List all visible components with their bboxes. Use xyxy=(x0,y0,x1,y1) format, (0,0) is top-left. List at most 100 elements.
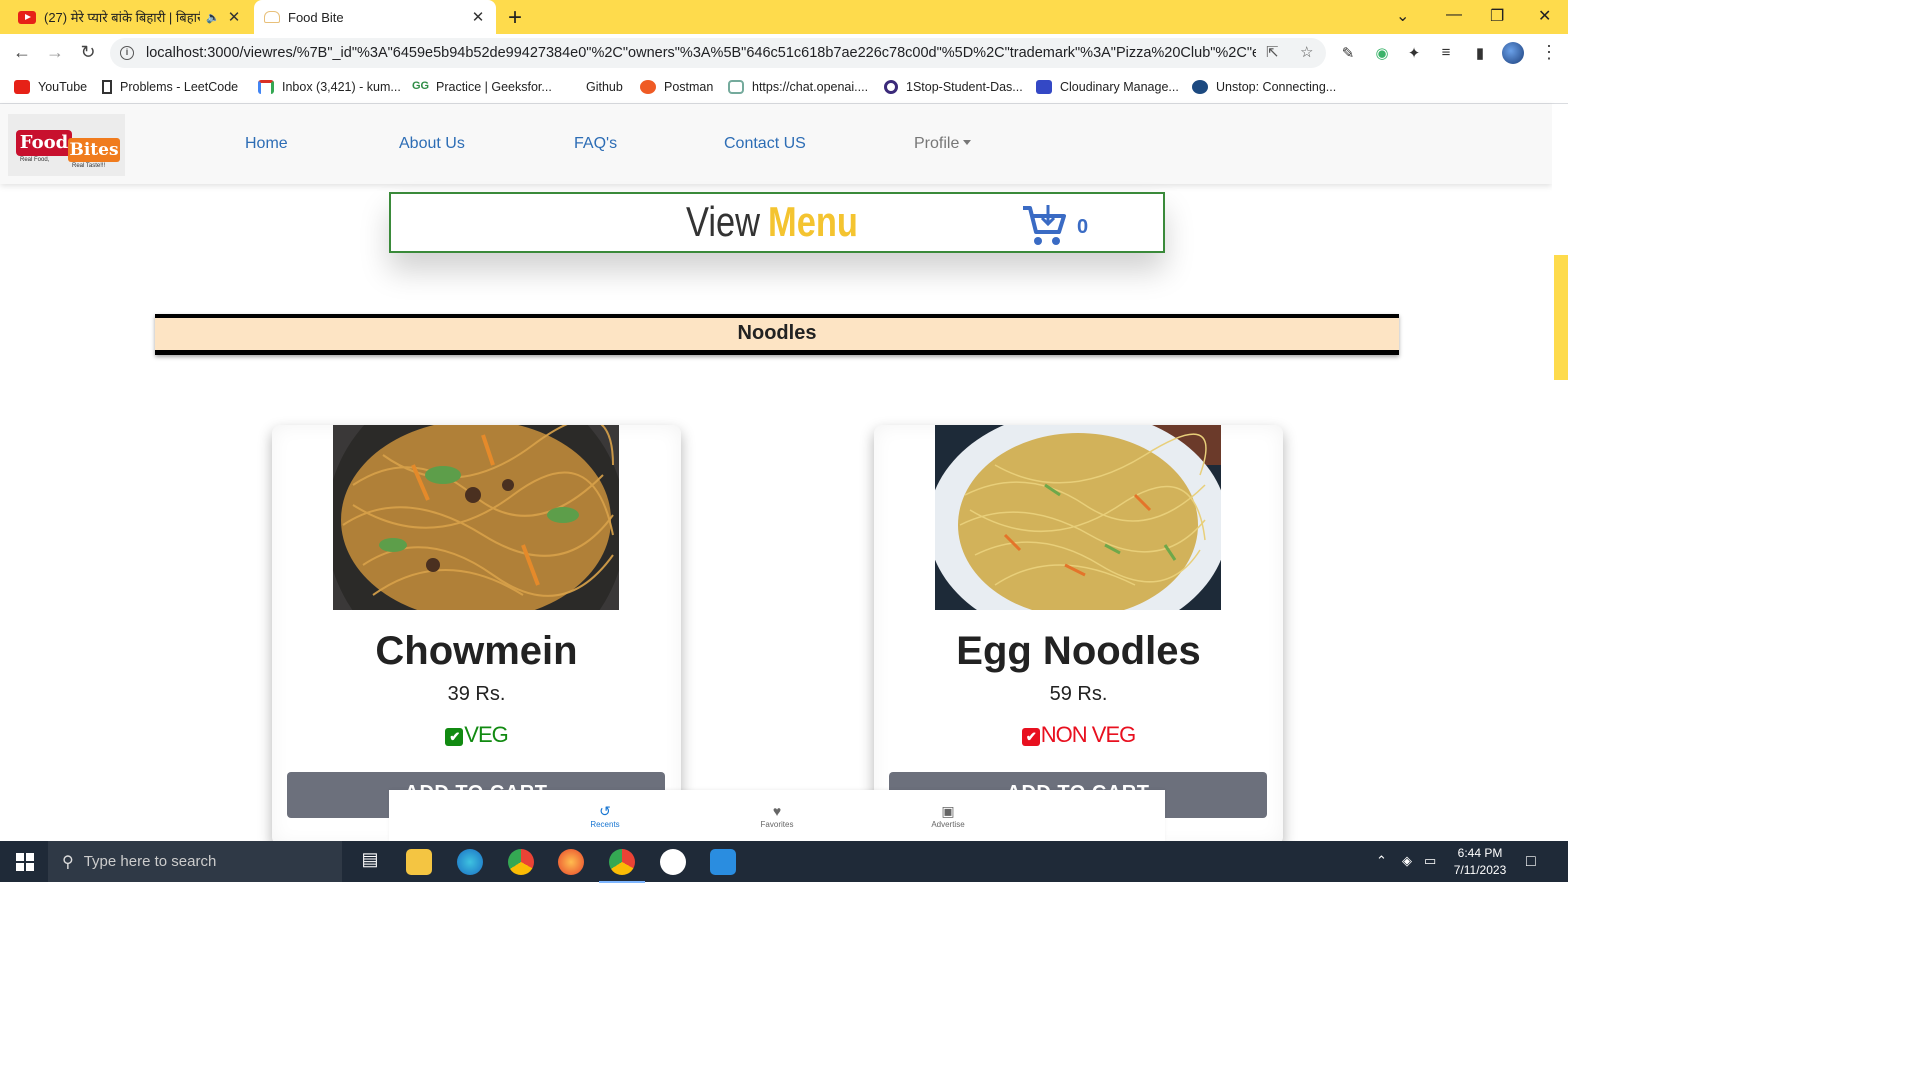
forward-button[interactable]: → xyxy=(43,42,67,63)
restore-button[interactable]: ❐ xyxy=(1490,6,1504,26)
search-icon: ⚲ xyxy=(62,853,74,871)
item-price: 39 Rs. xyxy=(447,683,506,705)
task-view-icon[interactable]: ▤ xyxy=(357,849,383,875)
food-bite-favicon xyxy=(264,11,280,23)
windows-taskbar: ⚲ Type here to search ▤ ⌃ ◈ ▭ 6:44 PM 7/… xyxy=(0,841,1568,883)
bottom-nav-label: Advertise xyxy=(931,820,965,829)
profile-avatar[interactable] xyxy=(1502,42,1524,64)
postman-icon xyxy=(640,80,656,94)
url-text[interactable]: localhost:3000/viewres/%7B"_id"%3A"6459e… xyxy=(146,45,1256,61)
wifi-icon[interactable]: ◈ xyxy=(1402,853,1412,869)
chrome-icon[interactable] xyxy=(508,849,534,875)
food-bites-logo[interactable]: Food Bites Real Food, Real Taste!!! xyxy=(8,114,125,176)
nav-about-link[interactable]: About Us xyxy=(399,135,465,153)
logo-word-food: Food xyxy=(16,130,72,156)
close-window-button[interactable]: ✕ xyxy=(1538,6,1551,26)
speaker-icon[interactable]: 🔈 xyxy=(206,11,220,24)
browser-toolbar: ← → ↻ i localhost:3000/viewres/%7B"_id"%… xyxy=(0,34,1568,74)
share-icon[interactable]: ⇱ xyxy=(1266,43,1279,61)
minimize-button[interactable]: — xyxy=(1446,6,1462,24)
bookmark-github[interactable]: Github xyxy=(562,80,623,94)
chrome-active-icon[interactable] xyxy=(599,849,645,883)
bookmark-label: Github xyxy=(586,80,623,94)
archive-icon: ▣ xyxy=(941,803,955,819)
system-clock[interactable]: 6:44 PM 7/11/2023 xyxy=(1446,845,1514,879)
extensions-puzzle-icon[interactable]: ✦ xyxy=(1404,44,1424,64)
reload-button[interactable]: ↻ xyxy=(76,42,100,63)
back-button[interactable]: ← xyxy=(10,42,34,63)
header-menu-text: Menu xyxy=(768,198,858,245)
close-tab-icon[interactable]: ✕ xyxy=(226,8,242,26)
onestop-icon xyxy=(884,80,898,94)
vscode-icon[interactable] xyxy=(710,849,736,875)
tab-title: (27) मेरे प्यारे बांके बिहारी | बिहारी xyxy=(44,10,201,25)
bookmark-label: 1Stop-Student-Das... xyxy=(906,80,1023,94)
bookmark-youtube[interactable]: YouTube xyxy=(14,80,87,94)
item-type: VEG xyxy=(464,722,508,747)
bookmark-label: https://chat.openai.... xyxy=(752,80,869,94)
nav-faq-link[interactable]: FAQ's xyxy=(574,135,617,153)
unstop-icon xyxy=(1192,80,1208,94)
media-queue-icon[interactable]: ≡ xyxy=(1436,44,1456,64)
checkbox-icon: ✔ xyxy=(445,728,464,746)
taskbar-search-placeholder: Type here to search xyxy=(83,853,217,870)
history-icon: ↺ xyxy=(599,803,611,819)
windows-start-icon[interactable] xyxy=(16,853,34,871)
pen-extension-icon[interactable]: ✎ xyxy=(1338,44,1358,64)
bookmark-postman[interactable]: Postman xyxy=(640,80,713,94)
taskbar-search-box[interactable]: ⚲ Type here to search xyxy=(48,841,342,882)
logo-tagline-1: Real Food, xyxy=(20,157,50,163)
gmail-icon xyxy=(258,80,274,94)
cart-icon[interactable] xyxy=(1021,204,1067,248)
bookmark-leetcode[interactable]: Problems - LeetCode xyxy=(102,80,238,94)
veg-badge: ✔ VEG xyxy=(272,722,681,748)
nav-profile-dropdown[interactable]: Profile xyxy=(914,135,971,153)
bookmark-label: Cloudinary Manage... xyxy=(1060,80,1179,94)
bottom-nav-advertise[interactable]: ▣ Advertise xyxy=(908,804,988,829)
browser-tab-food-bite[interactable]: Food Bite ✕ xyxy=(254,0,496,34)
new-tab-button[interactable]: + xyxy=(508,4,522,32)
grammar-extension-icon[interactable]: ◉ xyxy=(1372,44,1392,64)
chrome-menu-icon[interactable]: ⋮ xyxy=(1540,42,1558,63)
logo-tagline-2: Real Taste!!! xyxy=(72,163,106,169)
bookmark-gmail[interactable]: Inbox (3,421) - kum... xyxy=(258,80,401,94)
bookmark-unstop[interactable]: Unstop: Connecting... xyxy=(1192,80,1336,94)
bottom-nav-recents[interactable]: ↺ Recents xyxy=(565,804,645,829)
clock-time: 6:44 PM xyxy=(1457,846,1503,860)
tray-chevron-icon[interactable]: ⌃ xyxy=(1376,853,1387,869)
item-type: NON VEG xyxy=(1040,722,1136,747)
leetcode-icon xyxy=(102,80,112,94)
folder-icon xyxy=(562,80,578,94)
tab-search-icon[interactable]: ⌄ xyxy=(1396,6,1409,26)
food-card: Egg Noodles 59 Rs. ✔NON VEG ADD TO CART xyxy=(874,425,1283,845)
item-price: 59 Rs. xyxy=(1049,683,1108,705)
bookmark-label: Inbox (3,421) - kum... xyxy=(282,80,401,94)
battery-icon[interactable]: ▭ xyxy=(1424,853,1436,869)
file-explorer-icon[interactable] xyxy=(406,849,432,875)
page-scrollbar[interactable] xyxy=(1552,104,1568,841)
address-bar[interactable]: i localhost:3000/viewres/%7B"_id"%3A"645… xyxy=(110,38,1326,68)
firefox-icon[interactable] xyxy=(558,849,584,875)
header-view-text: View xyxy=(686,198,761,245)
nav-home-link[interactable]: Home xyxy=(245,135,288,153)
nav-contact-link[interactable]: Contact US xyxy=(724,135,806,153)
close-tab-icon[interactable]: ✕ xyxy=(470,8,486,26)
bookmark-1stop[interactable]: 1Stop-Student-Das... xyxy=(884,80,1023,94)
browser-tab-youtube[interactable]: (27) मेरे प्यारे बांके बिहारी | बिहारी 🔈… xyxy=(8,0,252,34)
bookmark-chatgpt[interactable]: https://chat.openai.... xyxy=(728,80,868,94)
bookmark-star-icon[interactable]: ☆ xyxy=(1300,43,1313,61)
bookmark-label: YouTube xyxy=(38,80,88,94)
notification-icon[interactable]: □ xyxy=(1526,853,1536,871)
site-info-icon[interactable]: i xyxy=(120,46,134,60)
scrollbar-thumb[interactable] xyxy=(1554,255,1568,380)
geeksforgeeks-icon: GG xyxy=(412,80,430,94)
bottom-nav-favorites[interactable]: ♥ Favorites xyxy=(737,804,817,829)
chowmein-image xyxy=(333,425,619,610)
bookmark-geeksforgeeks[interactable]: GG Practice | Geeksfor... xyxy=(412,80,552,94)
bookmarks-bar: YouTube Problems - LeetCode Inbox (3,421… xyxy=(0,74,1568,104)
mongodb-compass-icon[interactable] xyxy=(660,849,686,875)
edge-icon[interactable] xyxy=(457,849,483,875)
side-panel-icon[interactable]: ▮ xyxy=(1470,44,1490,64)
non-veg-badge: ✔ NON VEG xyxy=(874,722,1283,748)
bookmark-cloudinary[interactable]: Cloudinary Manage... xyxy=(1036,80,1179,94)
